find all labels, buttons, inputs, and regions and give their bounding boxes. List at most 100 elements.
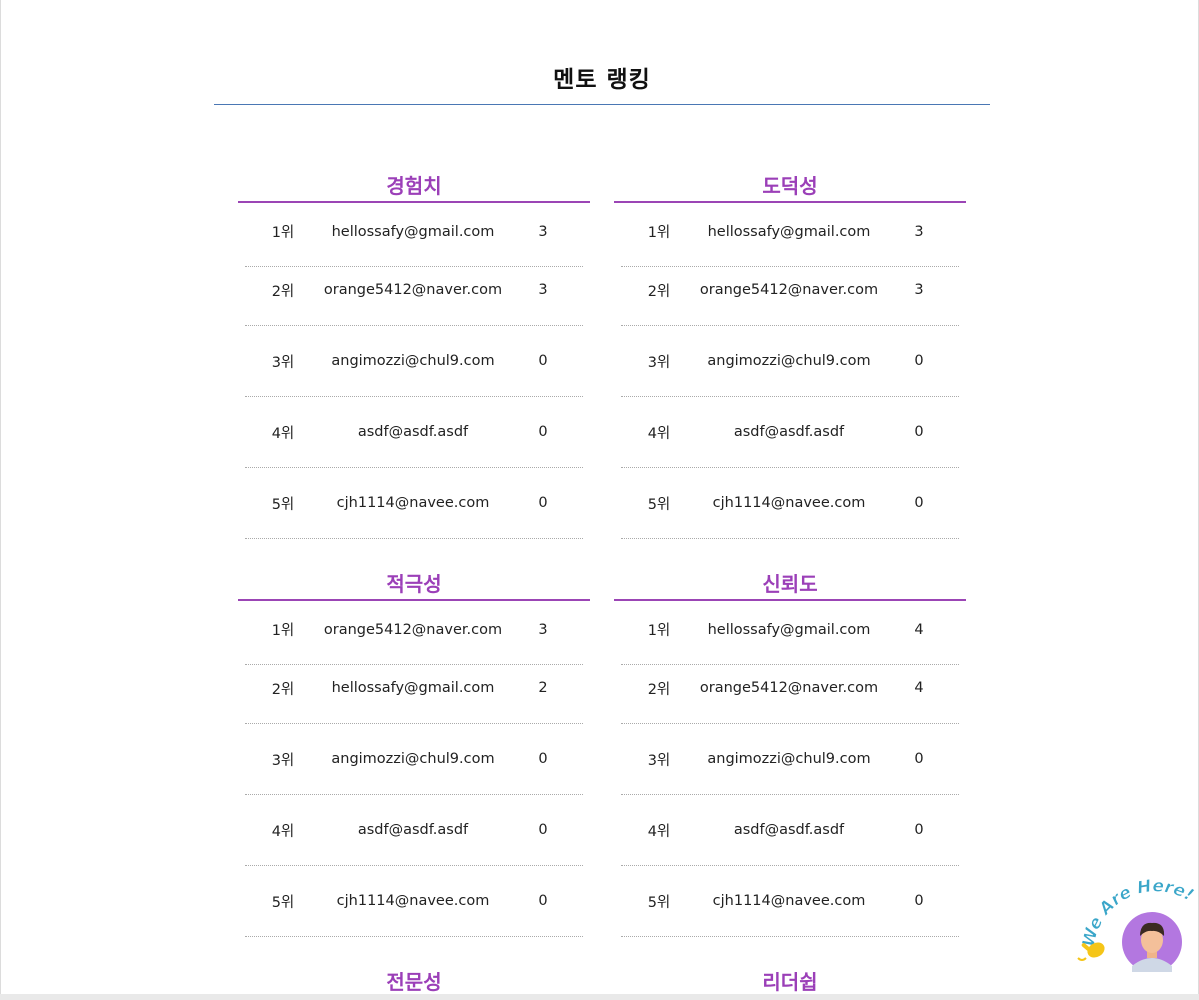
- rank-row: 2위 orange5412@naver.com 4: [621, 665, 959, 724]
- page: 멘토 랭킹 경험치 1위 hellossafy@gmail.com 3 2위 o…: [0, 0, 1199, 994]
- rank-score: 3: [538, 282, 548, 298]
- rank-row: 5위 cjh1114@navee.com 0: [245, 468, 583, 539]
- rank-position: 1위: [647, 623, 671, 639]
- rank-row: 3위 angimozzi@chul9.com 0: [621, 326, 959, 397]
- ranking-panel-morality: 도덕성 1위 hellossafy@gmail.com 3 2위 orange5…: [614, 170, 966, 539]
- rank-row: 4위 asdf@asdf.asdf 0: [245, 795, 583, 866]
- mentor-email: cjh1114@navee.com: [712, 495, 866, 511]
- rank-position: 4위: [647, 425, 671, 442]
- rank-position: 5위: [647, 496, 671, 513]
- rank-position: 1위: [271, 225, 295, 241]
- rank-score: 4: [914, 680, 924, 696]
- rank-position: 1위: [271, 623, 295, 639]
- page-header: 멘토 랭킹: [214, 60, 990, 105]
- panel-title: 리더쉽: [614, 966, 966, 994]
- ranking-panel-trust: 신뢰도 1위 hellossafy@gmail.com 4 2위 orange5…: [614, 568, 966, 937]
- rank-position: 5위: [271, 496, 295, 513]
- mentor-email: cjh1114@navee.com: [336, 893, 490, 909]
- rank-score: 3: [914, 282, 924, 298]
- we-are-here-widget[interactable]: We Are Here!: [1076, 876, 1198, 978]
- rank-list: 1위 hellossafy@gmail.com 3 2위 orange5412@…: [621, 203, 959, 539]
- panel-title: 전문성: [238, 966, 590, 994]
- rank-score: 0: [538, 893, 548, 909]
- rank-position: 4위: [271, 823, 295, 840]
- rank-row: 5위 cjh1114@navee.com 0: [245, 866, 583, 937]
- rank-list: 1위 hellossafy@gmail.com 4 2위 orange5412@…: [621, 601, 959, 937]
- mentor-email: asdf@asdf.asdf: [357, 822, 469, 838]
- mentor-email: asdf@asdf.asdf: [733, 424, 845, 440]
- rank-row: 1위 hellossafy@gmail.com 3: [621, 203, 959, 267]
- mentor-email: angimozzi@chul9.com: [331, 353, 495, 369]
- rank-score: 0: [538, 751, 548, 767]
- rank-position: 4위: [647, 823, 671, 840]
- mentor-email: hellossafy@gmail.com: [707, 621, 871, 638]
- rank-score: 0: [538, 353, 548, 369]
- ranking-panel-activeness: 적극성 1위 orange5412@naver.com 3 2위 helloss…: [238, 568, 590, 937]
- rank-score: 0: [914, 424, 924, 440]
- mentor-email: orange5412@naver.com: [323, 282, 503, 298]
- ranking-panel-leadership: 리더쉽: [614, 966, 966, 994]
- rank-position: 2위: [647, 283, 671, 300]
- mentor-email: angimozzi@chul9.com: [707, 751, 871, 767]
- rank-row: 1위 hellossafy@gmail.com 3: [245, 203, 583, 267]
- mentor-email: cjh1114@navee.com: [712, 893, 866, 909]
- rank-position: 2위: [271, 681, 295, 698]
- mentor-email: angimozzi@chul9.com: [331, 751, 495, 767]
- rank-position: 1위: [647, 225, 671, 241]
- rank-row: 2위 hellossafy@gmail.com 2: [245, 665, 583, 724]
- rank-row: 2위 orange5412@naver.com 3: [621, 267, 959, 326]
- rank-row: 4위 asdf@asdf.asdf 0: [245, 397, 583, 468]
- ranking-panel-experience: 경험치 1위 hellossafy@gmail.com 3 2위 orange5…: [238, 170, 590, 539]
- rank-position: 3위: [647, 752, 671, 769]
- mentor-email: hellossafy@gmail.com: [331, 680, 495, 696]
- rank-score: 0: [914, 893, 924, 909]
- rank-score: 0: [538, 424, 548, 440]
- rank-position: 3위: [647, 354, 671, 371]
- rank-position: 3위: [271, 752, 295, 769]
- mentor-email: orange5412@naver.com: [699, 282, 879, 298]
- mentor-email: asdf@asdf.asdf: [733, 822, 845, 838]
- rank-score: 0: [538, 495, 548, 511]
- rank-score: 0: [914, 353, 924, 369]
- mentor-email: angimozzi@chul9.com: [707, 353, 871, 369]
- rank-row: 2위 orange5412@naver.com 3: [245, 267, 583, 326]
- panel-title: 적극성: [238, 568, 590, 601]
- rank-score: 2: [538, 680, 548, 696]
- rank-position: 2위: [647, 681, 671, 698]
- rank-position: 2위: [271, 283, 295, 300]
- person-avatar-icon: [1122, 912, 1182, 972]
- rank-score: 4: [914, 621, 924, 638]
- mentor-email: hellossafy@gmail.com: [331, 223, 495, 240]
- rank-row: 4위 asdf@asdf.asdf 0: [621, 795, 959, 866]
- mentor-email: asdf@asdf.asdf: [357, 424, 469, 440]
- mentor-email: orange5412@naver.com: [323, 621, 503, 638]
- rank-position: 3위: [271, 354, 295, 371]
- window-bottom-bar: [0, 994, 1199, 1000]
- rank-row: 4위 asdf@asdf.asdf 0: [621, 397, 959, 468]
- mentor-email: hellossafy@gmail.com: [707, 223, 871, 240]
- panel-title: 도덕성: [614, 170, 966, 203]
- rank-list: 1위 orange5412@naver.com 3 2위 hellossafy@…: [245, 601, 583, 937]
- rank-score: 3: [914, 223, 924, 240]
- mentor-email: cjh1114@navee.com: [336, 495, 490, 511]
- rank-row: 1위 orange5412@naver.com 3: [245, 601, 583, 665]
- rank-score: 3: [538, 223, 548, 240]
- rank-position: 5위: [271, 894, 295, 911]
- mentor-email: orange5412@naver.com: [699, 680, 879, 696]
- rank-position: 5위: [647, 894, 671, 911]
- rank-row: 3위 angimozzi@chul9.com 0: [621, 724, 959, 795]
- mascot-graphic: We Are Here!: [1077, 876, 1197, 972]
- rank-row: 5위 cjh1114@navee.com 0: [621, 468, 959, 539]
- rank-row: 3위 angimozzi@chul9.com 0: [245, 724, 583, 795]
- panel-title: 신뢰도: [614, 568, 966, 601]
- rank-score: 0: [914, 495, 924, 511]
- rank-score: 3: [538, 621, 548, 638]
- rank-list: 1위 hellossafy@gmail.com 3 2위 orange5412@…: [245, 203, 583, 539]
- rank-row: 1위 hellossafy@gmail.com 4: [621, 601, 959, 665]
- rank-score: 0: [538, 822, 548, 838]
- page-title: 멘토 랭킹: [553, 67, 651, 93]
- rank-row: 5위 cjh1114@navee.com 0: [621, 866, 959, 937]
- ranking-panel-expertise: 전문성: [238, 966, 590, 994]
- rank-score: 0: [914, 751, 924, 767]
- rank-score: 0: [914, 822, 924, 838]
